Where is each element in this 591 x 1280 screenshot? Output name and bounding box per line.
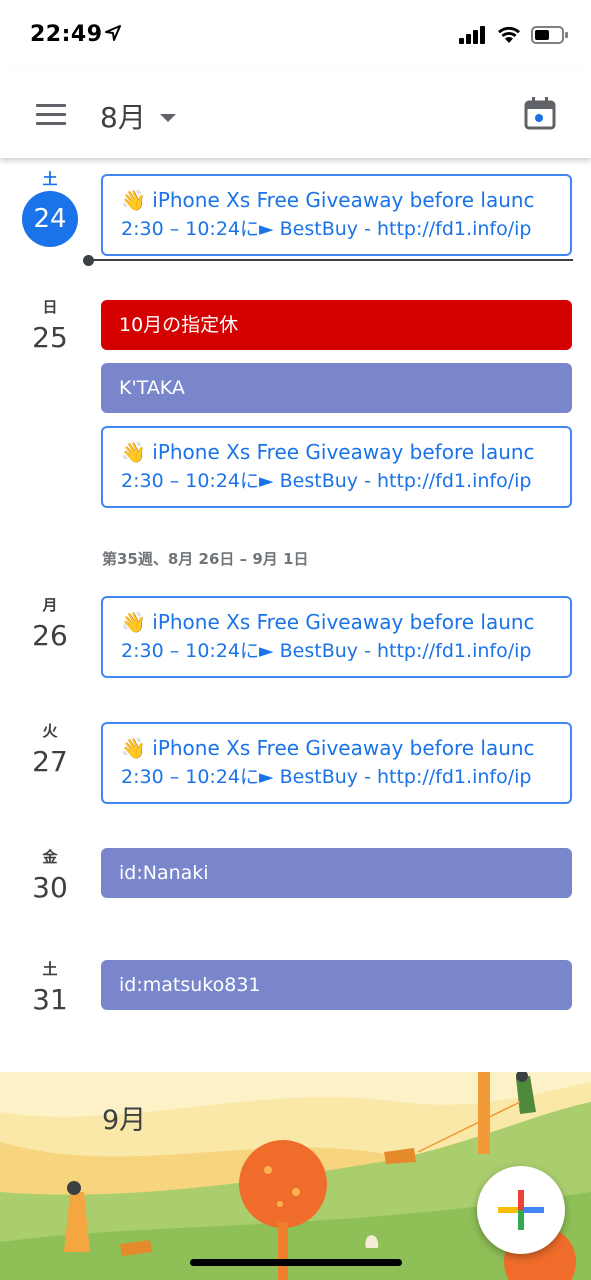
event-chip-holiday[interactable]: 10月の指定休 [101,300,572,350]
day-of-week: 土 [42,960,58,978]
event-chip-giveaway[interactable]: 👋 iPhone Xs Free Giveaway before launc 2… [101,174,572,256]
event-chip-giveaway[interactable]: 👋 iPhone Xs Free Giveaway before launc 2… [101,426,572,508]
event-title: iPhone Xs Free Giveaway before launc [152,610,535,634]
wave-emoji: 👋 [121,188,146,212]
wifi-icon [498,26,520,43]
wave-emoji: 👋 [121,610,146,634]
current-time-line [88,259,573,261]
event-title: iPhone Xs Free Giveaway before launc [152,188,535,212]
today-date-badge: 24 [22,191,78,247]
chevron-down-icon [159,114,176,122]
add-icon [498,1190,544,1230]
event-title: iPhone Xs Free Giveaway before launc [152,736,535,760]
day-of-week: 月 [42,596,58,614]
menu-icon[interactable] [36,104,66,126]
day-number: 27 [32,745,68,778]
signal-icon [459,26,485,44]
day-of-week: 日 [42,298,58,316]
event-chip-giveaway[interactable]: 👋 iPhone Xs Free Giveaway before launc 2… [101,722,572,804]
status-bar: 22:49 [0,0,591,70]
event-chip-matsuko[interactable]: id:matsuko831 [101,960,572,1010]
event-chip-ktaka[interactable]: K'TAKA [101,363,572,413]
day-number: 31 [32,983,68,1016]
day-label[interactable]: 火 27 [0,720,100,778]
day-label[interactable]: 土 24 [0,168,100,247]
add-event-button[interactable] [477,1166,565,1254]
day-label[interactable]: 日 25 [0,296,100,354]
day-of-week: 火 [42,722,58,740]
event-chip-giveaway[interactable]: 👋 iPhone Xs Free Giveaway before launc 2… [101,596,572,678]
home-indicator[interactable] [190,1259,402,1266]
wave-emoji: 👋 [121,736,146,760]
event-detail: 2:30 – 10:24に► BestBuy - http://fd1.info… [121,766,532,788]
location-arrow-icon [105,25,121,41]
day-number: 30 [32,871,68,904]
day-number: 26 [32,619,68,652]
day-label[interactable]: 月 26 [0,594,100,652]
day-label[interactable]: 金 30 [0,846,100,904]
day-label[interactable]: 土 31 [0,958,100,1016]
status-time: 22:49 [30,22,103,47]
event-chip-nanaki[interactable]: id:Nanaki [101,848,572,898]
month-selector[interactable]: 8月 [100,96,176,136]
event-detail: 2:30 – 10:24に► BestBuy - http://fd1.info… [121,470,532,492]
battery-icon [531,26,568,44]
calendar-today-icon[interactable] [524,96,556,130]
day-of-week: 土 [42,170,58,188]
day-number: 25 [32,321,68,354]
wave-emoji: 👋 [121,440,146,464]
month-header-september: 9月 [102,1105,147,1136]
event-detail: 2:30 – 10:24に► BestBuy - http://fd1.info… [121,640,532,662]
week-label: 第35週、8月 26日 – 9月 1日 [102,550,309,568]
event-title: iPhone Xs Free Giveaway before launc [152,440,535,464]
event-detail: 2:30 – 10:24に► BestBuy - http://fd1.info… [121,218,532,240]
month-title: 8月 [100,101,146,134]
app-bar: 8月 [0,70,591,158]
day-of-week: 金 [42,848,58,866]
